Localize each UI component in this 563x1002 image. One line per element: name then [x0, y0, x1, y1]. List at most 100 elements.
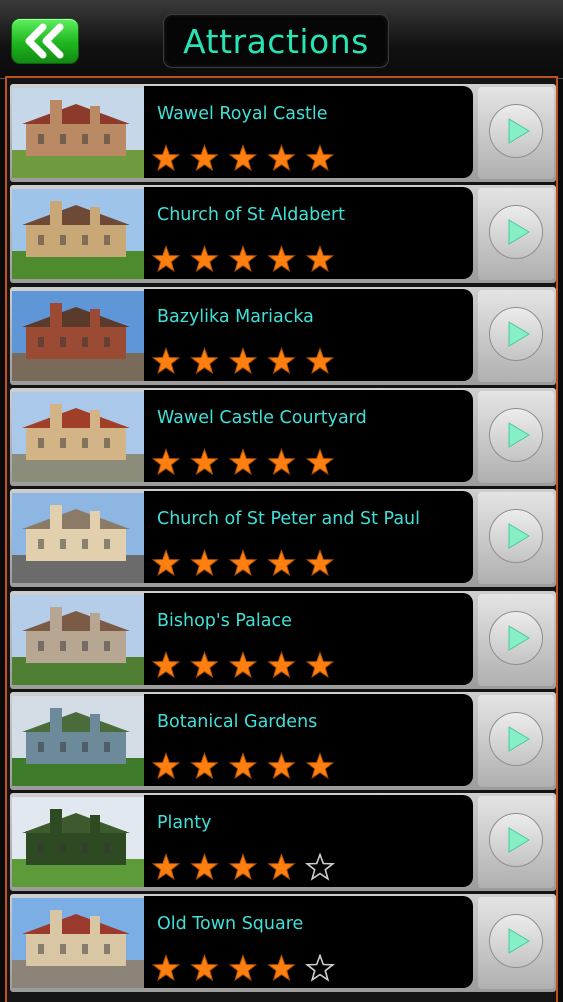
star-filled-icon [151, 549, 181, 577]
star-filled-icon [190, 245, 219, 273]
star-filled-icon [267, 751, 296, 779]
open-attraction-button[interactable] [478, 492, 554, 585]
star-filled-icon [305, 549, 335, 577]
title-box: Attractions [163, 14, 389, 68]
attraction-thumbnail [12, 493, 144, 584]
play-arrow-icon [489, 914, 543, 969]
list-item[interactable]: Planty [10, 793, 556, 892]
star-filled-icon [305, 751, 335, 779]
star-empty-icon [304, 953, 336, 983]
star-filled-icon [151, 650, 181, 678]
list-item[interactable]: Church of St Peter and St Paul [10, 489, 556, 588]
star-rating [150, 447, 350, 478]
attraction-name: Bishop's Palace [157, 610, 292, 631]
list-item[interactable]: Botanical Gardens [10, 691, 556, 790]
star-filled-icon [305, 245, 335, 273]
star-rating [150, 245, 350, 275]
attraction-info-panel: Church of St Aldabert [144, 187, 473, 280]
star-filled-icon [267, 853, 296, 881]
star-filled-icon [190, 650, 219, 678]
list-item[interactable]: Wawel Royal Castle [10, 84, 556, 182]
list-item[interactable]: Bazylika Mariacka [10, 286, 556, 385]
attraction-name: Wawel Castle Courtyard [157, 407, 367, 428]
star-rating [150, 144, 350, 174]
star-rating [150, 650, 350, 681]
open-attraction-button[interactable] [478, 694, 554, 787]
star-filled-icon [151, 751, 181, 779]
star-filled-icon [305, 650, 335, 678]
open-attraction-button[interactable] [478, 87, 554, 179]
star-filled-icon [151, 954, 181, 982]
header-bar: Attractions [0, 0, 563, 79]
play-arrow-icon [489, 205, 543, 260]
star-filled-icon [190, 549, 219, 577]
attraction-thumbnail [12, 695, 144, 786]
star-empty-icon [304, 852, 336, 881]
star-filled-icon [267, 245, 296, 273]
attraction-info-panel: Bishop's Palace [144, 592, 473, 685]
play-arrow-icon [489, 711, 543, 766]
attraction-thumbnail [12, 290, 144, 381]
star-filled-icon [190, 447, 219, 475]
star-filled-icon [190, 853, 219, 881]
play-arrow-icon [489, 104, 543, 158]
attraction-name: Old Town Square [157, 914, 304, 935]
star-filled-icon [151, 447, 181, 475]
open-attraction-button[interactable] [478, 897, 554, 990]
open-attraction-button[interactable] [478, 796, 554, 889]
attraction-thumbnail [12, 391, 144, 482]
star-filled-icon [267, 954, 296, 982]
attraction-info-panel: Planty [144, 795, 473, 888]
open-attraction-button[interactable] [478, 289, 554, 382]
play-arrow-icon [489, 509, 543, 564]
star-filled-icon [228, 650, 258, 678]
back-button[interactable] [11, 18, 79, 64]
star-filled-icon [228, 751, 258, 779]
list-item[interactable]: Wawel Castle Courtyard [10, 387, 556, 486]
star-filled-icon [190, 954, 219, 982]
attraction-thumbnail [12, 189, 144, 280]
attraction-name: Church of St Aldabert [157, 205, 346, 226]
star-filled-icon [190, 751, 219, 779]
star-filled-icon [267, 447, 296, 475]
star-rating [150, 953, 350, 984]
play-arrow-icon [489, 813, 543, 868]
open-attraction-button[interactable] [478, 188, 554, 281]
attraction-thumbnail [12, 898, 144, 989]
attractions-list[interactable]: Wawel Royal Castle Church of St Aldabert B… [5, 76, 558, 1002]
open-attraction-button[interactable] [478, 390, 554, 483]
list-item[interactable]: Bishop's Palace [10, 590, 556, 689]
list-item[interactable]: Old Town Square [10, 894, 556, 993]
open-attraction-button[interactable] [478, 593, 554, 686]
page-title: Attractions [183, 21, 369, 61]
attraction-info-panel: Wawel Castle Courtyard [144, 389, 473, 482]
attraction-info-panel: Bazylika Mariacka [144, 288, 473, 381]
star-filled-icon [305, 346, 335, 374]
star-rating [150, 549, 350, 579]
star-filled-icon [228, 245, 258, 273]
star-filled-icon [228, 144, 258, 172]
star-filled-icon [151, 144, 181, 172]
attraction-thumbnail [12, 797, 144, 888]
star-filled-icon [228, 447, 258, 475]
attraction-info-panel: Old Town Square [144, 896, 473, 989]
star-filled-icon [228, 346, 258, 374]
star-filled-icon [267, 650, 296, 678]
attraction-name: Wawel Royal Castle [157, 104, 328, 124]
star-filled-icon [267, 144, 296, 172]
star-filled-icon [151, 245, 181, 273]
play-arrow-icon [489, 407, 543, 462]
star-filled-icon [305, 144, 335, 172]
star-filled-icon [305, 447, 335, 475]
star-filled-icon [228, 549, 258, 577]
star-filled-icon [267, 346, 296, 374]
attraction-info-panel: Wawel Royal Castle [144, 86, 473, 178]
list-item[interactable]: Church of St Aldabert [10, 185, 556, 284]
attraction-name: Bazylika Mariacka [157, 306, 314, 327]
star-rating [150, 346, 350, 377]
star-rating [150, 751, 350, 782]
star-filled-icon [228, 853, 258, 881]
attraction-thumbnail [12, 88, 144, 178]
star-filled-icon [190, 346, 219, 374]
star-filled-icon [190, 144, 219, 172]
